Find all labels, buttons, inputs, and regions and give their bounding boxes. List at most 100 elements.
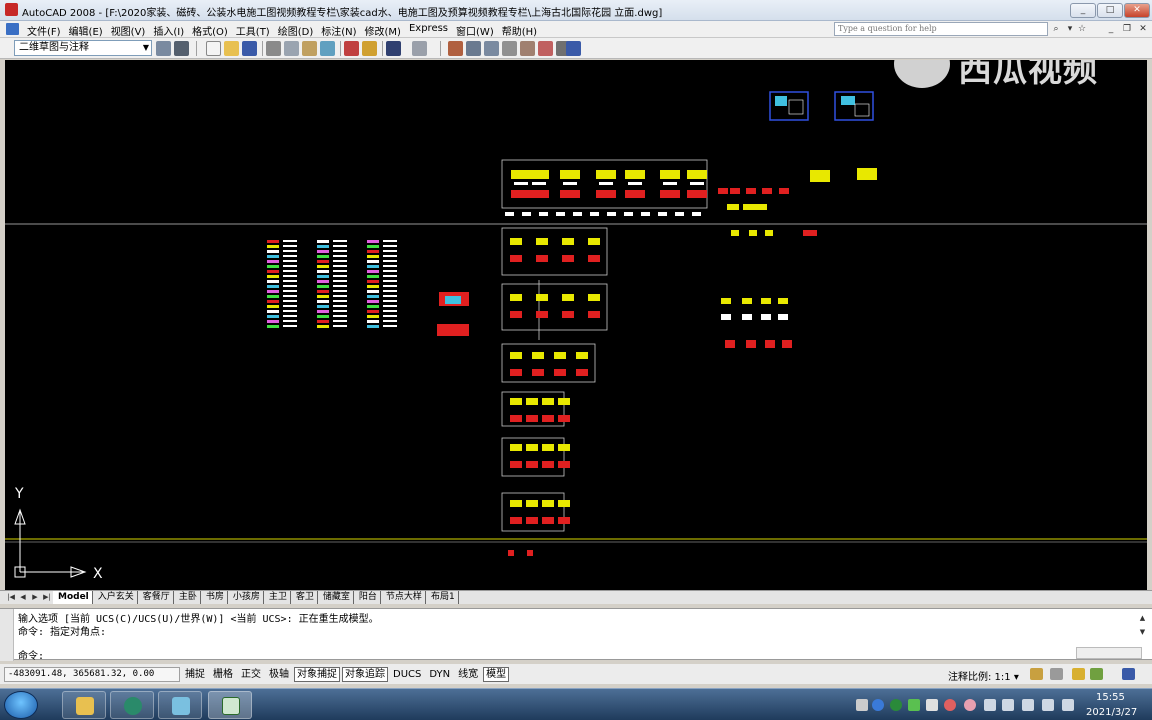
prev-tab-nav-icon[interactable]: ◀ — [18, 592, 28, 603]
menu-item[interactable]: 文件(F) — [26, 23, 68, 38]
layout-tab[interactable]: 节点大样 — [380, 591, 426, 604]
menu-item[interactable]: 帮助(H) — [501, 23, 544, 38]
layout-tab[interactable]: 阳台 — [353, 591, 381, 604]
first-tab-nav-icon[interactable]: |◀ — [6, 592, 16, 603]
tray-icon[interactable] — [890, 699, 902, 711]
annotation-scale[interactable]: 注释比例: 1:1 ▾ — [948, 668, 1019, 683]
match-properties-icon[interactable] — [362, 41, 377, 56]
scroll-down-icon[interactable]: ▼ — [1137, 625, 1148, 639]
menu-item[interactable]: 修改(M) — [364, 23, 408, 38]
tray-icon[interactable] — [964, 699, 976, 711]
status-toggle-button[interactable]: DUCS — [390, 667, 424, 682]
comm-center-icon[interactable] — [1090, 668, 1103, 680]
taskbar-app-3[interactable] — [158, 691, 202, 719]
flag-icon[interactable] — [1062, 699, 1074, 711]
save-icon[interactable] — [242, 41, 257, 56]
communication-center-icon[interactable]: ☆ — [1076, 23, 1088, 35]
properties-icon[interactable] — [520, 41, 535, 56]
status-toggle-button[interactable]: 对象捕捉 — [294, 667, 340, 682]
command-prompt[interactable]: 命令: — [18, 647, 44, 662]
clean-screen-icon[interactable] — [1122, 668, 1135, 680]
clock-date[interactable]: 2021/3/27 — [1086, 707, 1137, 718]
next-tab-nav-icon[interactable]: ▶ — [30, 592, 40, 603]
menu-item[interactable]: 工具(T) — [235, 23, 277, 38]
network-icon[interactable] — [1022, 699, 1034, 711]
layout-tab[interactable]: 主卧 — [173, 591, 201, 604]
doc-minimize-button[interactable]: _ — [1104, 23, 1118, 35]
pan-icon[interactable] — [448, 41, 463, 56]
zoom-realtime-icon[interactable] — [466, 41, 481, 56]
wechat-icon[interactable] — [908, 699, 920, 711]
help-search-input[interactable]: Type a question for help — [834, 22, 1048, 36]
new-file-icon[interactable] — [206, 41, 221, 56]
workspace-lock-icon[interactable] — [174, 41, 189, 56]
doc-close-button[interactable]: ✕ — [1136, 23, 1150, 35]
undo-icon[interactable] — [386, 41, 401, 56]
command-scrollbar[interactable]: ▲ ▼ — [1137, 611, 1148, 643]
auto-scale-icon[interactable] — [1050, 668, 1063, 680]
status-toggle-button[interactable]: 正交 — [238, 667, 264, 682]
document-icon[interactable] — [6, 23, 19, 35]
taskbar-app-2[interactable] — [110, 691, 154, 719]
layout-tab[interactable]: 客餐厅 — [137, 591, 174, 604]
open-file-icon[interactable] — [224, 41, 239, 56]
menu-item[interactable]: Express — [408, 23, 455, 38]
command-window-grip[interactable] — [0, 609, 14, 661]
status-toggle-button[interactable]: 对象追踪 — [342, 667, 388, 682]
zoom-previous-icon[interactable] — [502, 41, 517, 56]
last-tab-nav-icon[interactable]: ▶| — [42, 592, 52, 603]
layout-tab[interactable]: 布局1 — [425, 591, 459, 604]
taskbar-explorer[interactable] — [62, 691, 106, 719]
volume-icon[interactable] — [1002, 699, 1014, 711]
plot-icon[interactable] — [266, 41, 281, 56]
layout-tab[interactable]: 客卫 — [290, 591, 318, 604]
layout-tab[interactable]: 小孩房 — [227, 591, 264, 604]
menu-item[interactable]: 插入(I) — [152, 23, 191, 38]
help-dropdown-icon[interactable]: ▾ — [1064, 23, 1076, 35]
menu-item[interactable]: 绘图(D) — [277, 23, 321, 38]
layout-tab[interactable]: 书房 — [200, 591, 228, 604]
design-center-icon[interactable] — [538, 41, 553, 56]
layout-tab[interactable]: 入户玄关 — [92, 591, 138, 604]
workspace-select[interactable]: 二维草图与注释 ▼ — [14, 40, 152, 56]
scroll-up-icon[interactable]: ▲ — [1137, 611, 1148, 625]
tray-icon[interactable] — [944, 699, 956, 711]
3d-dwf-icon[interactable] — [320, 41, 335, 56]
model-space-canvas[interactable]: Y X 西瓜视频 — [5, 60, 1147, 590]
taskbar-autocad[interactable] — [208, 691, 252, 719]
plot-preview-icon[interactable] — [284, 41, 299, 56]
layout-tab[interactable]: 主卫 — [263, 591, 291, 604]
display-icon[interactable] — [1042, 699, 1054, 711]
doc-restore-button[interactable]: ❐ — [1120, 23, 1134, 35]
workspace-settings-icon[interactable] — [156, 41, 171, 56]
menu-item[interactable]: 视图(V) — [110, 23, 153, 38]
menu-item[interactable]: 编辑(E) — [68, 23, 110, 38]
help-tray-icon[interactable] — [872, 699, 884, 711]
status-toggle-button[interactable]: 模型 — [483, 667, 510, 682]
toolbar-lock-icon[interactable] — [1072, 668, 1085, 680]
redo-icon[interactable] — [412, 41, 427, 56]
annotation-visibility-icon[interactable] — [1030, 668, 1043, 680]
clock-time[interactable]: 15:55 — [1096, 692, 1125, 703]
help-icon[interactable] — [566, 41, 581, 56]
close-button[interactable]: ✕ — [1124, 3, 1150, 18]
minimize-button[interactable]: _ — [1070, 3, 1096, 18]
status-toggle-button[interactable]: 极轴 — [266, 667, 292, 682]
menu-item[interactable]: 窗口(W) — [455, 23, 501, 38]
search-icon[interactable]: ⌕ — [1050, 23, 1062, 35]
coordinate-readout[interactable]: -483091.48, 365681.32, 0.00 — [4, 667, 180, 682]
status-toggle-button[interactable]: 栅格 — [210, 667, 236, 682]
zoom-window-icon[interactable] — [484, 41, 499, 56]
speaker-icon[interactable] — [984, 699, 996, 711]
menu-item[interactable]: 标注(N) — [320, 23, 363, 38]
cut-icon[interactable] — [344, 41, 359, 56]
command-horizontal-scrollbar[interactable] — [1076, 647, 1142, 659]
status-toggle-button[interactable]: 捕捉 — [182, 667, 208, 682]
tray-icon[interactable] — [926, 699, 938, 711]
layout-tab[interactable]: 储藏室 — [317, 591, 354, 604]
maximize-button[interactable]: □ — [1097, 3, 1123, 18]
autocad-app-icon[interactable] — [5, 3, 18, 16]
status-toggle-button[interactable]: 线宽 — [455, 667, 481, 682]
publish-icon[interactable] — [302, 41, 317, 56]
menu-item[interactable]: 格式(O) — [191, 23, 235, 38]
